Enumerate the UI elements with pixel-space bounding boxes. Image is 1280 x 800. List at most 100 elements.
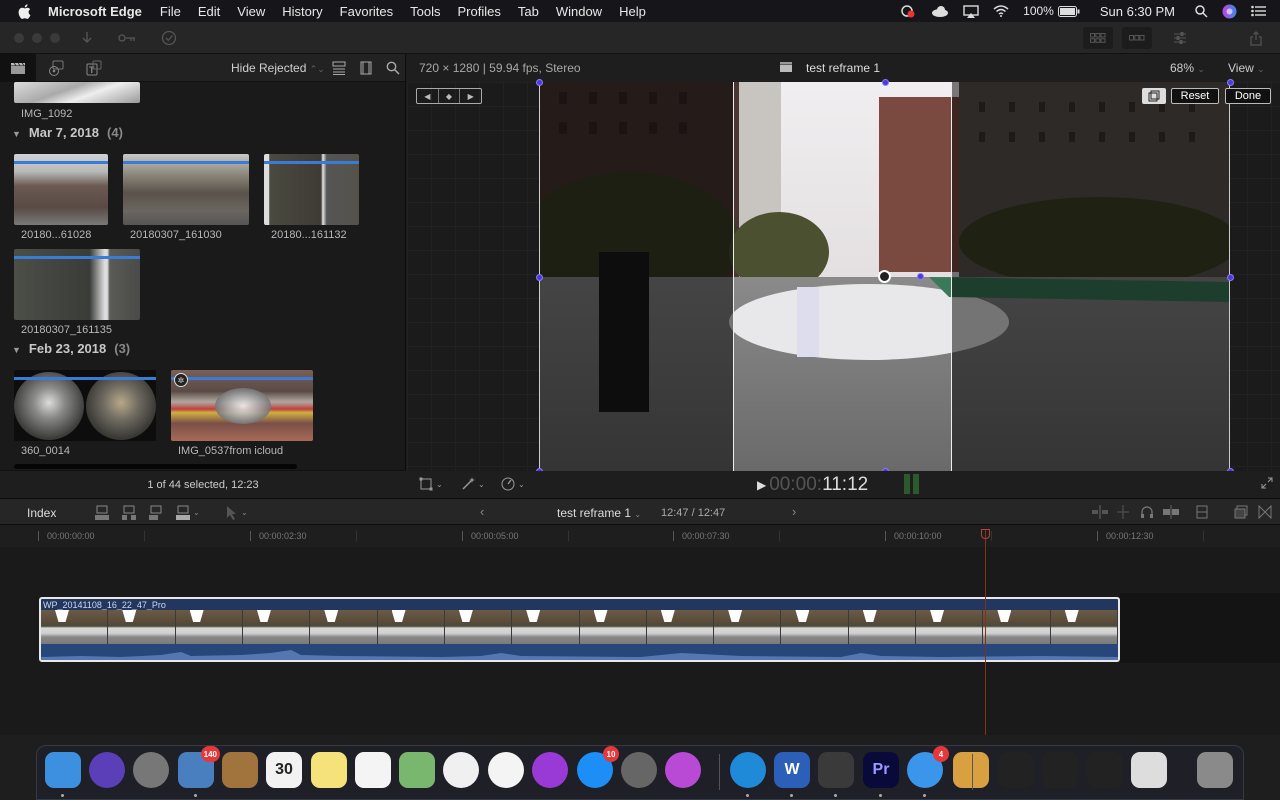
dock-trash[interactable] [1197,752,1233,788]
menu-help[interactable]: Help [619,4,646,19]
dock-final-cut-pro[interactable] [818,752,854,797]
dock-microsoft-word[interactable]: W [774,752,810,797]
insert-clip-icon[interactable] [121,505,137,521]
timeline-toggle-button[interactable] [1122,27,1152,49]
headphones-icon[interactable] [1140,505,1154,519]
menu-favorites[interactable]: Favorites [340,4,393,19]
keywords-button[interactable] [114,27,140,49]
dock-window-edge-2[interactable] [1131,752,1167,788]
previous-keyframe-button[interactable]: ◀ [417,89,439,103]
dock-reminders[interactable] [355,752,391,788]
dock-window-premiere[interactable] [1087,752,1123,788]
anchor-point-control[interactable] [878,270,891,283]
clip-thumbnail[interactable] [264,154,359,225]
dock-siri[interactable] [89,752,125,788]
zoom-dropdown[interactable]: 68% ⌄ [1170,61,1205,75]
import-button[interactable] [76,27,98,49]
playhead-handle[interactable] [981,529,990,539]
transitions-browser-icon[interactable] [1258,505,1272,519]
menu-file[interactable]: File [160,4,181,19]
wifi-icon[interactable] [993,5,1009,17]
background-tasks-button[interactable] [158,27,180,49]
dock-finder[interactable] [45,752,81,797]
menu-history[interactable]: History [282,4,322,19]
dock-adobe-premiere-pro[interactable]: Pr [863,752,899,797]
date-group-header[interactable]: ▼ Feb 23, 2018 (3) [12,341,130,356]
dock-feedback-assistant[interactable] [665,752,701,788]
menu-tab[interactable]: Tab [518,4,539,19]
dock-window-edge-1[interactable] [1042,752,1078,788]
dock-contacts[interactable] [222,752,258,788]
overwrite-clip-icon[interactable] [175,505,191,521]
share-button[interactable] [1246,27,1266,49]
transform-handle[interactable] [536,79,543,86]
tab-titles-generators[interactable]: T [76,54,112,82]
clip-thumbnail[interactable] [123,154,249,225]
dock-podcasts[interactable] [532,752,568,788]
transform-handle[interactable] [1227,274,1234,281]
clock[interactable]: Sun 6:30 PM [1100,4,1175,19]
clip-filter-dropdown[interactable]: Hide Rejected ⌃⌄ [231,61,325,75]
clip-thumbnail[interactable] [14,370,156,441]
edit-options-chevron[interactable]: ⌄ [193,508,200,517]
inspector-toggle-button[interactable] [1170,27,1190,49]
done-button[interactable]: Done [1225,88,1271,104]
menu-tools[interactable]: Tools [410,4,440,19]
viewer-canvas[interactable]: ◀ ◆ ▶ Reset Done [407,79,1280,475]
dock-app-store[interactable]: 10 [577,746,619,788]
playhead[interactable] [985,529,986,735]
play-button[interactable]: ▶ [757,478,766,492]
clip-thumbnail[interactable] [14,249,140,320]
snapping-icon[interactable] [1162,505,1180,519]
timeline-index-button[interactable]: Index [27,506,56,520]
timeline-forward-button[interactable]: › [792,504,796,519]
dock-launchpad[interactable] [133,752,169,788]
clip-thumbnail[interactable] [171,370,313,441]
battery-icon[interactable] [1057,5,1080,17]
menu-edit[interactable]: Edit [198,4,220,19]
view-dropdown[interactable]: View ⌄ [1228,61,1265,75]
creative-cloud-icon[interactable] [899,4,917,18]
menu-window[interactable]: Window [556,4,602,19]
transform-handle[interactable] [882,79,889,86]
menu-view[interactable]: View [237,4,265,19]
dock-maps[interactable] [399,752,435,788]
dock-window-finder[interactable] [998,752,1034,788]
retime-menu[interactable]: ⌄ [501,477,525,491]
icloud-icon[interactable] [931,5,949,17]
minimize-window-button[interactable] [32,33,42,43]
dock-calendar[interactable]: 30 [266,752,302,788]
spotlight-icon[interactable] [1195,4,1208,18]
app-menu[interactable]: Microsoft Edge [48,4,142,19]
transform-handle[interactable] [536,274,543,281]
close-window-button[interactable] [14,33,24,43]
next-keyframe-button[interactable]: ▶ [460,89,481,103]
timeline-ruler[interactable]: 00:00:00:00 00:00:02:30 00:00:05:00 00:0… [0,525,1280,547]
apple-menu-icon[interactable] [18,3,34,19]
dock-system-preferences[interactable] [621,752,657,788]
transform-handle[interactable] [917,273,924,280]
disclosure-triangle-icon[interactable]: ▼ [12,129,21,139]
timeline[interactable]: 00:00:00:00 00:00:02:30 00:00:05:00 00:0… [0,525,1280,735]
timeline-project-dropdown[interactable]: test reframe 1 ⌄ [557,506,641,520]
transform-tool-menu[interactable]: ⌄ [419,477,443,491]
tab-libraries[interactable] [0,53,36,82]
disclosure-triangle-icon[interactable]: ▼ [12,345,21,355]
timeline-back-button[interactable]: ‹ [480,504,484,519]
clip-appearance-timeline-icon[interactable] [1196,505,1208,519]
dock-mail[interactable]: 140 [178,746,220,797]
append-clip-icon[interactable] [148,505,164,521]
fullscreen-button[interactable] [1261,477,1273,489]
dock-notes[interactable] [311,752,347,788]
airplay-icon[interactable] [963,4,979,18]
menu-profiles[interactable]: Profiles [458,4,501,19]
select-tool-icon[interactable] [226,505,238,521]
date-group-header[interactable]: ▼ Mar 7, 2018 (4) [12,125,123,140]
dock-photos[interactable] [443,752,479,788]
dock-music[interactable] [488,752,524,788]
clip-thumbnail[interactable] [14,154,108,225]
transform-handle[interactable] [1227,79,1234,86]
audio-skimming-icon[interactable] [1115,505,1131,519]
video-skimming-icon[interactable] [1091,505,1109,519]
reset-button[interactable]: Reset [1171,88,1219,104]
